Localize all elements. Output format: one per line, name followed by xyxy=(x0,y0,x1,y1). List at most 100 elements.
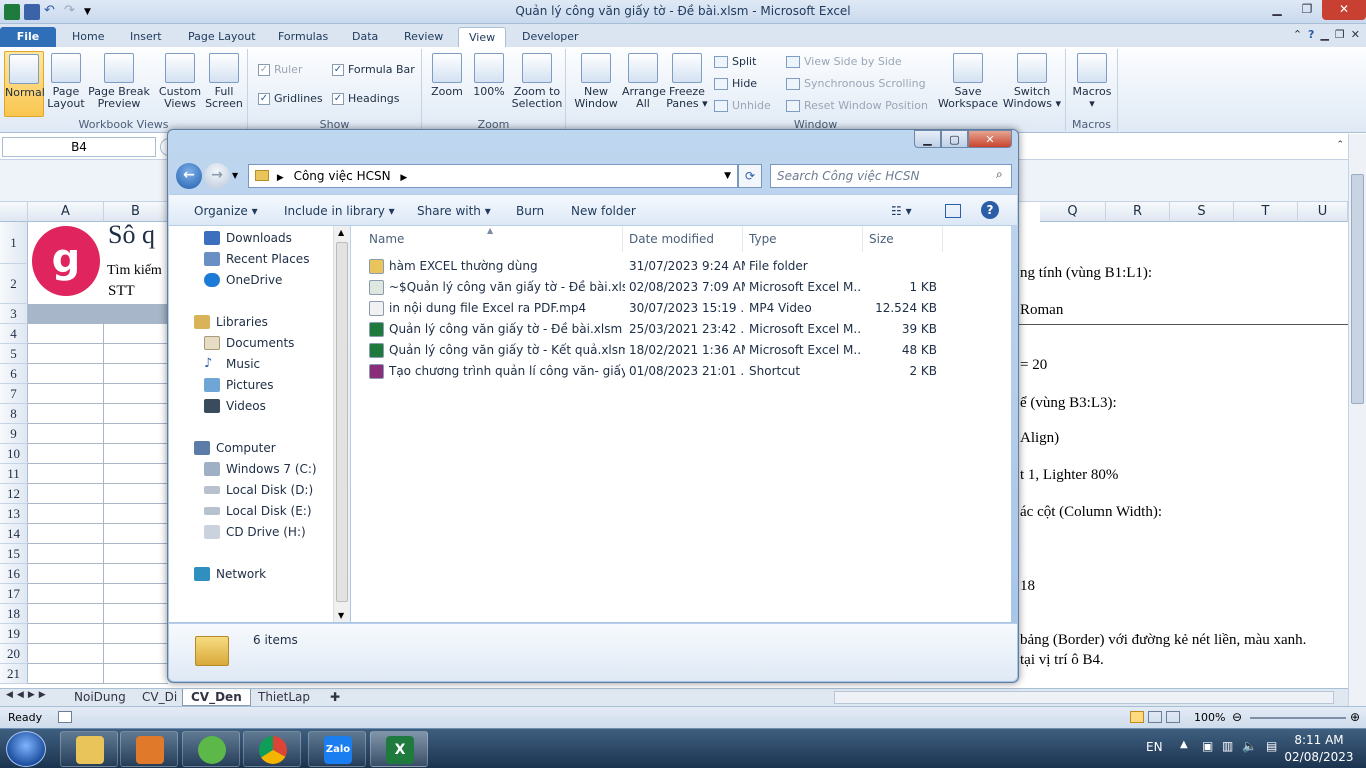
clock-time[interactable]: 8:11 AM xyxy=(1286,733,1352,747)
cell-b3[interactable]: STT xyxy=(108,283,135,300)
nav-item-documents[interactable]: Documents xyxy=(204,332,294,353)
workbook-close-icon[interactable]: ✕ xyxy=(1351,28,1360,41)
row-header[interactable]: 13 xyxy=(0,504,28,524)
cell[interactable] xyxy=(104,384,168,404)
breadcrumb-folder[interactable]: Công việc HCSN xyxy=(294,169,391,183)
row-header[interactable]: 18 xyxy=(0,604,28,624)
nav-item-downloads[interactable]: Downloads xyxy=(204,227,292,248)
sheet-tab-noidung[interactable]: NoiDung xyxy=(66,689,134,706)
cell[interactable] xyxy=(104,364,168,384)
cell[interactable] xyxy=(28,344,104,364)
cell-b1[interactable]: Sô q xyxy=(108,220,155,250)
search-input[interactable]: Search Công việc HCSN xyxy=(770,164,1012,188)
headings-checkbox[interactable]: ✓ Headings xyxy=(332,92,400,105)
clock-date[interactable]: 02/08/2023 xyxy=(1280,750,1358,764)
file-row[interactable]: in nội dung file Excel ra PDF.mp4 30/07/2… xyxy=(351,298,1011,319)
cell[interactable] xyxy=(28,504,104,524)
doc-line[interactable]: = 20 xyxy=(1020,357,1047,374)
taskbar-zalo[interactable]: Zalo xyxy=(308,731,366,767)
doc-line[interactable]: bảng (Border) với đường kẻ nét liền, màu… xyxy=(1020,632,1306,649)
row-header[interactable]: 16 xyxy=(0,564,28,584)
page-break-status-icon[interactable] xyxy=(1166,711,1180,723)
workbook-minimize-icon[interactable]: ▁ xyxy=(1320,28,1328,41)
help-icon[interactable]: ? xyxy=(981,201,999,219)
organize-button[interactable]: Organize ▾ xyxy=(194,204,258,218)
cell-b2[interactable]: Tìm kiếm xyxy=(107,263,162,279)
hide-button[interactable]: Hide xyxy=(714,77,757,90)
minimize-icon[interactable]: ▁ xyxy=(1262,0,1292,20)
tab-data[interactable]: Data xyxy=(342,27,388,48)
cell[interactable] xyxy=(104,584,168,604)
cell[interactable] xyxy=(28,604,104,624)
refresh-icon[interactable]: ⟳ xyxy=(738,164,762,188)
doc-line[interactable]: Align) xyxy=(1020,430,1059,447)
page-layout-status-icon[interactable] xyxy=(1148,711,1162,723)
nav-item-network[interactable]: Network xyxy=(194,563,266,584)
full-screen-button[interactable]: Full Screen xyxy=(204,51,244,110)
start-button[interactable] xyxy=(6,731,46,767)
zoom-out-icon[interactable]: ⊖ xyxy=(1232,710,1242,724)
notification-icon[interactable]: ▤ xyxy=(1266,739,1277,753)
normal-view-button[interactable]: Normal xyxy=(4,51,45,117)
share-with-button[interactable]: Share with ▾ xyxy=(417,204,491,218)
row-header[interactable]: 10 xyxy=(0,444,28,464)
row-header[interactable]: 5 xyxy=(0,344,28,364)
normal-view-status-icon[interactable] xyxy=(1130,711,1144,723)
row-header[interactable]: 1 xyxy=(0,222,28,264)
back-arrow-icon[interactable]: ← xyxy=(176,163,202,189)
arrange-all-button[interactable]: Arrange All xyxy=(622,51,666,110)
nav-item-onedrive[interactable]: OneDrive xyxy=(204,269,282,290)
zoom-slider[interactable] xyxy=(1250,717,1346,719)
file-row[interactable]: Quản lý công văn giấy tờ - Đề bài.xlsm 25… xyxy=(351,319,1011,340)
column-header-date[interactable]: Date modified xyxy=(623,226,743,252)
zoom-in-icon[interactable]: ⊕ xyxy=(1350,710,1360,724)
column-header-t[interactable]: T xyxy=(1234,202,1298,222)
explorer-close-icon[interactable]: ✕ xyxy=(968,130,1012,148)
row-header[interactable]: 11 xyxy=(0,464,28,484)
tab-formulas[interactable]: Formulas xyxy=(268,27,338,48)
column-header-b[interactable]: B xyxy=(104,202,168,222)
page-break-preview-button[interactable]: Page Break Preview xyxy=(88,51,150,110)
row-header[interactable]: 6 xyxy=(0,364,28,384)
vertical-scrollbar[interactable] xyxy=(1348,134,1366,706)
tab-view[interactable]: View xyxy=(458,27,507,48)
column-header-r[interactable]: R xyxy=(1106,202,1170,222)
taskbar-explorer[interactable] xyxy=(60,731,118,767)
column-header-u[interactable]: U xyxy=(1298,202,1348,222)
new-window-button[interactable]: New Window xyxy=(570,51,622,110)
row-header[interactable]: 15 xyxy=(0,544,28,564)
explorer-minimize-icon[interactable]: ▁ xyxy=(914,130,941,148)
reset-window-position-button[interactable]: Reset Window Position xyxy=(786,99,928,112)
cell[interactable] xyxy=(104,604,168,624)
row-header[interactable]: 8 xyxy=(0,404,28,424)
doc-line[interactable]: Roman xyxy=(1020,302,1063,319)
doc-line[interactable]: ác cột (Column Width): xyxy=(1020,504,1162,521)
taskbar-chrome[interactable] xyxy=(243,731,301,767)
expand-formula-bar-icon[interactable]: ⌃ xyxy=(1336,140,1344,150)
breadcrumb-arrow-icon[interactable]: ▶ xyxy=(277,173,284,183)
cell-b3-fill[interactable] xyxy=(104,304,168,324)
collapse-ribbon-icon[interactable]: ⌃ xyxy=(1293,28,1302,41)
nav-scroll-thumb[interactable] xyxy=(336,242,348,602)
row-header[interactable]: 4 xyxy=(0,324,28,344)
insert-sheet-icon[interactable]: ✚ xyxy=(322,689,348,706)
column-header-s[interactable]: S xyxy=(1170,202,1234,222)
explorer-maximize-icon[interactable]: ▢ xyxy=(941,130,968,148)
cell[interactable] xyxy=(104,484,168,504)
cell[interactable] xyxy=(28,484,104,504)
synchronous-scrolling-button[interactable]: Synchronous Scrolling xyxy=(786,77,926,90)
cell[interactable] xyxy=(104,444,168,464)
nav-item-drive-c[interactable]: Windows 7 (C:) xyxy=(204,458,317,479)
tab-page-layout[interactable]: Page Layout xyxy=(178,27,266,48)
cell[interactable] xyxy=(28,664,104,684)
cell[interactable] xyxy=(104,624,168,644)
cell-a3[interactable] xyxy=(28,304,104,324)
name-box[interactable]: B4 xyxy=(2,137,156,157)
breadcrumb-arrow-icon[interactable]: ▶ xyxy=(400,173,407,183)
freeze-panes-button[interactable]: Freeze Panes ▾ xyxy=(666,51,708,110)
cell[interactable] xyxy=(28,624,104,644)
split-button[interactable]: Split xyxy=(714,55,756,68)
help-icon[interactable]: ? xyxy=(1308,28,1314,41)
cell[interactable] xyxy=(28,524,104,544)
tab-review[interactable]: Review xyxy=(394,27,453,48)
